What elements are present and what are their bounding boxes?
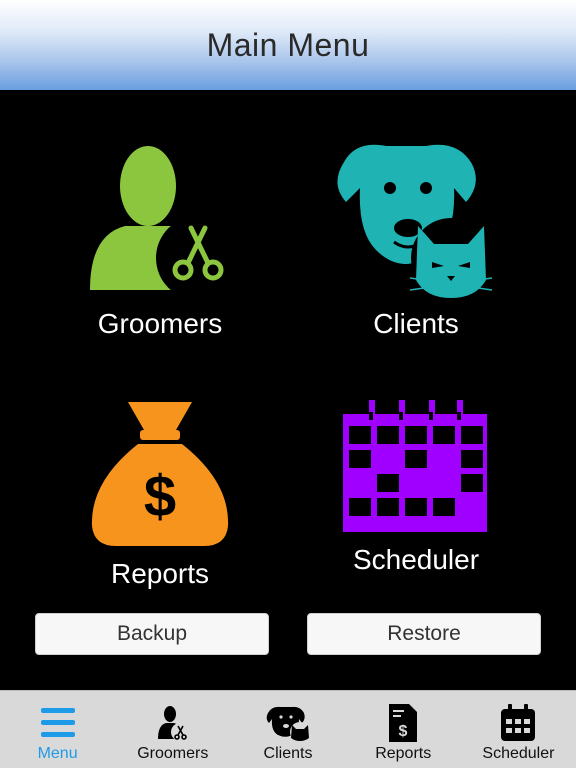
svg-text:$: $ [144,464,176,529]
header-bar: Main Menu [0,0,576,90]
groomer-scissors-icon [90,146,240,300]
calendar-grid-icon [343,400,487,532]
tab-menu[interactable]: Menu [0,691,115,768]
report-icon: $ [389,703,418,743]
tab-bar: Menu Groomers Clients $ Reports Schedule… [0,690,576,768]
clients-tile[interactable]: Clients [296,140,536,340]
tab-reports-label: Reports [375,745,432,762]
tab-groomers-label: Groomers [137,745,209,762]
tab-groomers[interactable]: Groomers [115,691,230,768]
tab-menu-label: Menu [37,745,78,762]
tab-scheduler-label: Scheduler [482,745,555,762]
groomer-icon [156,703,190,743]
svg-text:$: $ [399,723,408,740]
reports-label: Reports [110,558,210,589]
scheduler-label: Scheduler [352,544,480,575]
reports-tile[interactable]: $ Reports [40,400,280,590]
tab-clients-label: Clients [263,745,313,762]
clients-label: Clients [373,308,459,339]
tab-scheduler[interactable]: Scheduler [461,691,576,768]
groomers-label: Groomers [97,308,223,339]
dog-cat-icon [337,144,493,298]
tab-clients[interactable]: Clients [230,691,345,768]
backup-button[interactable]: Backup [35,613,269,655]
page-title: Main Menu [206,26,370,63]
menu-icon [40,703,76,743]
restore-button[interactable]: Restore [307,613,541,655]
scheduler-tile[interactable]: Scheduler [296,400,536,576]
pets-icon [264,703,312,743]
tab-reports[interactable]: $ Reports [346,691,461,768]
money-bag-icon: $ [91,402,229,546]
groomers-tile[interactable]: Groomers [40,140,280,340]
calendar-icon [500,703,536,743]
